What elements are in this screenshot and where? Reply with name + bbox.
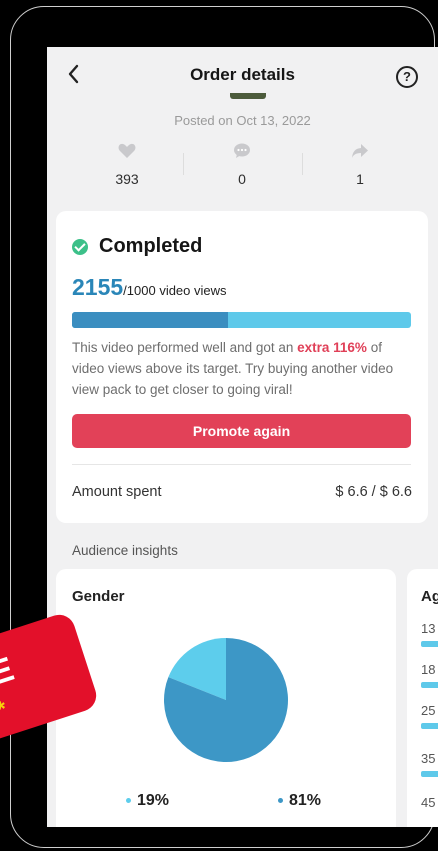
video-thumbnail[interactable] <box>230 93 266 99</box>
gender-card[interactable]: Gender 19% 81% <box>56 569 396 827</box>
share-arrow-icon <box>320 143 400 163</box>
page-title: Order details <box>190 65 295 84</box>
status-label: Completed <box>99 235 203 257</box>
sticker-stars: *** <box>0 695 12 729</box>
age-title: Ag <box>421 588 438 605</box>
app-screen: Order details ? Posted on Oct 13, 2022 3… <box>47 47 438 827</box>
age-bar <box>421 723 438 729</box>
engagement-stats: 393 0 1 <box>47 143 438 193</box>
shares-stat: 1 <box>320 143 400 187</box>
phone-frame: Order details ? Posted on Oct 13, 2022 3… <box>10 6 438 848</box>
female-percent: 19% <box>137 792 170 809</box>
extra-views-highlight: extra 116% <box>297 340 367 355</box>
order-status: Completed <box>72 235 202 258</box>
comments-count: 0 <box>238 171 246 187</box>
amount-spent-label: Amount spent <box>72 484 162 500</box>
age-card[interactable]: Ag 13 18 25 35 45 <box>407 569 438 827</box>
audience-insights-heading: Audience insights <box>72 543 178 558</box>
performance-description: This video performed well and got an ext… <box>72 337 412 400</box>
question-circle-icon[interactable]: ? <box>396 66 418 88</box>
age-row-label: 18 <box>421 662 436 677</box>
gender-legend-item: 19% <box>126 792 169 810</box>
views-progress-fill <box>72 312 228 328</box>
views-achieved: 2155 <box>72 274 124 300</box>
promote-again-button[interactable]: Promote again <box>72 414 411 448</box>
shares-count: 1 <box>356 171 364 187</box>
views-summary: 2155/1000 video views <box>72 274 227 301</box>
heart-icon <box>87 143 167 163</box>
amount-spent-value: $ 6.6 / $ 6.6 <box>335 484 412 500</box>
age-row-label: 25 <box>421 703 436 718</box>
likes-stat: 393 <box>87 143 167 187</box>
legend-dot <box>126 798 131 804</box>
gender-title: Gender <box>72 588 125 605</box>
age-bar <box>421 641 438 647</box>
likes-count: 393 <box>115 171 139 187</box>
age-row-label: 35 <box>421 751 436 766</box>
stat-divider <box>302 153 303 175</box>
views-progress-bar <box>72 312 411 328</box>
views-target: /1000 video views <box>123 283 227 298</box>
desc-text: This video performed well and got an <box>72 340 298 355</box>
comment-icon <box>202 143 282 163</box>
divider <box>72 464 411 465</box>
age-row-label: 45 <box>421 795 436 810</box>
legend-dot <box>278 798 283 804</box>
order-status-card: Completed 2155/1000 video views This vid… <box>56 211 428 523</box>
stat-divider <box>183 153 184 175</box>
male-percent: 81% <box>289 792 322 809</box>
posted-date: Posted on Oct 13, 2022 <box>174 113 311 128</box>
gender-pie-chart <box>164 638 288 762</box>
check-circle-icon <box>72 238 88 255</box>
age-row-label: 13 <box>421 621 436 636</box>
age-bar <box>421 771 438 777</box>
gender-legend-item: 81% <box>278 792 321 810</box>
comments-stat: 0 <box>202 143 282 187</box>
age-bar <box>421 682 438 688</box>
